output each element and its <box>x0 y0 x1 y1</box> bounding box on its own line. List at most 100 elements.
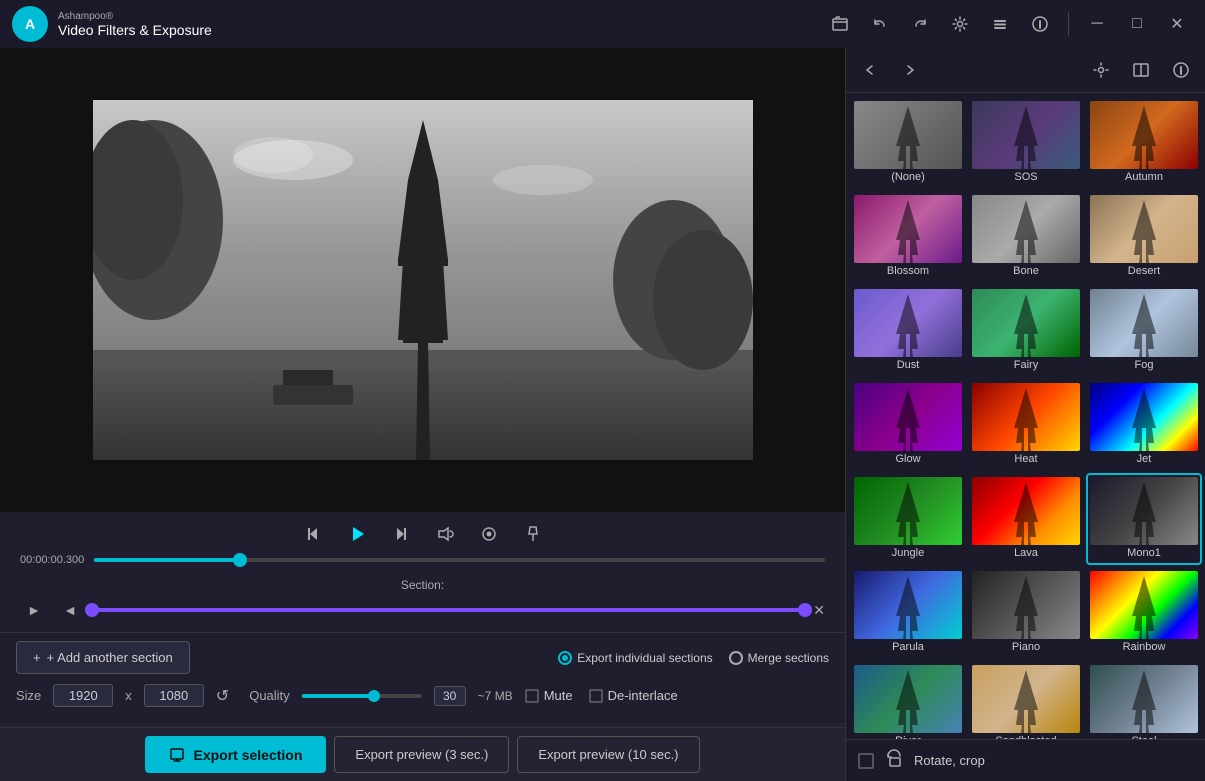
rotate-crop-label[interactable]: Rotate, crop <box>914 753 985 768</box>
add-section-label: + Add another section <box>47 650 173 665</box>
export-selection-button[interactable]: Export selection <box>145 736 326 773</box>
timeline-track[interactable] <box>94 558 825 562</box>
bottom-controls: + + Add another section Export individua… <box>0 632 845 723</box>
rotate-crop-icon[interactable] <box>884 748 904 773</box>
size-label: Size <box>16 688 41 703</box>
marker-button[interactable] <box>519 520 547 548</box>
volume-button[interactable] <box>431 520 459 548</box>
filter-name-fog: Fog <box>1135 359 1154 373</box>
filter-item-steel[interactable]: Steel <box>1086 661 1202 739</box>
logo-text: Ashampoo® Video Filters & Exposure <box>58 11 212 38</box>
filter-item-desert[interactable]: Desert <box>1086 191 1202 283</box>
filter-grid: (None)SOS Autumn BlossomBoneDesert Dust Fair… <box>846 93 1205 739</box>
filter-item-jet[interactable]: Jet <box>1086 379 1202 471</box>
deinterlace-option[interactable]: De-interlace <box>589 688 678 703</box>
filter-item-jungle[interactable]: Jungle <box>850 473 966 565</box>
skip-forward-button[interactable] <box>387 520 415 548</box>
filter-item-mono1[interactable]: Mono1 <box>1086 473 1202 565</box>
export-preview-10s-button[interactable]: Export preview (10 sec.) <box>517 736 699 773</box>
filter-item-autumn[interactable]: Autumn <box>1086 97 1202 189</box>
time-display: 00:00:00.300 <box>20 554 84 566</box>
filter-toolbar-info[interactable] <box>1165 54 1197 86</box>
filter-name-piano: Piano <box>1012 641 1040 655</box>
maximize-button[interactable]: □ <box>1121 8 1153 40</box>
merge-sections-radio[interactable] <box>729 651 743 665</box>
size-estimate: ~7 MB <box>478 689 513 703</box>
filter-toolbar-forward[interactable] <box>894 54 926 86</box>
filter-name-fairy: Fairy <box>1014 359 1038 373</box>
quality-thumb[interactable] <box>368 690 380 702</box>
filter-item-sandblasted[interactable]: Sandblasted <box>968 661 1084 739</box>
close-button[interactable]: ✕ <box>1161 8 1193 40</box>
section-thumb-left[interactable] <box>85 603 99 617</box>
height-input[interactable] <box>144 684 204 707</box>
filter-toolbar <box>846 48 1205 93</box>
brand-name: Ashampoo® <box>58 11 212 22</box>
deinterlace-label: De-interlace <box>608 688 678 703</box>
filter-item-river[interactable]: River <box>850 661 966 739</box>
quality-slider[interactable] <box>302 694 422 698</box>
section-expand-right[interactable]: ► <box>20 596 48 624</box>
filter-name-glow: Glow <box>895 453 920 467</box>
skip-back-button[interactable] <box>299 520 327 548</box>
playback-controls-bar: 00:00:00.300 <box>0 512 845 574</box>
mute-option[interactable]: Mute <box>525 688 573 703</box>
filter-item-heat[interactable]: Heat <box>968 379 1084 471</box>
settings-button[interactable] <box>944 8 976 40</box>
filter-name-heat: Heat <box>1014 453 1037 467</box>
mute-checkbox[interactable] <box>525 689 539 703</box>
quality-value: 30 <box>434 686 466 706</box>
open-file-button[interactable] <box>824 8 856 40</box>
section-track[interactable] <box>92 608 805 612</box>
filter-thumb-fairy <box>972 289 1080 357</box>
export-individual-radio[interactable] <box>558 651 572 665</box>
filter-name-parula: Parula <box>892 641 924 655</box>
reset-size-button[interactable]: ↺ <box>216 686 229 706</box>
width-input[interactable] <box>53 684 113 707</box>
merge-sections-label: Merge sections <box>748 651 829 665</box>
section-range <box>92 608 805 612</box>
filter-thumb-parula <box>854 571 962 639</box>
export-preview-3s-label: Export preview (3 sec.) <box>355 747 488 762</box>
video-preview <box>93 100 753 460</box>
filter-item-rainbow[interactable]: Rainbow <box>1086 567 1202 659</box>
timeline-thumb[interactable] <box>233 553 247 567</box>
undo-button[interactable] <box>864 8 896 40</box>
section-close-button[interactable]: ✕ <box>813 602 825 619</box>
video-area <box>0 48 845 512</box>
toolbar-icons: ─ □ ✕ <box>824 8 1193 40</box>
filter-toolbar-compare[interactable] <box>1125 54 1157 86</box>
filter-item-none[interactable]: (None) <box>850 97 966 189</box>
merge-sections-option[interactable]: Merge sections <box>729 651 829 665</box>
filter-toolbar-settings[interactable] <box>1085 54 1117 86</box>
filter-thumb-desert <box>1090 195 1198 263</box>
info-button[interactable] <box>1024 8 1056 40</box>
filter-item-lava[interactable]: Lava <box>968 473 1084 565</box>
filter-item-dust[interactable]: Dust <box>850 285 966 377</box>
filter-name-jungle: Jungle <box>892 547 924 561</box>
filter-item-fog[interactable]: Fog <box>1086 285 1202 377</box>
export-preview-3s-button[interactable]: Export preview (3 sec.) <box>334 736 509 773</box>
filter-name-autumn: Autumn <box>1125 171 1163 185</box>
export-individual-option[interactable]: Export individual sections <box>558 651 712 665</box>
filter-item-sos[interactable]: SOS <box>968 97 1084 189</box>
filter-item-blossom[interactable]: Blossom <box>850 191 966 283</box>
layers-button[interactable] <box>984 8 1016 40</box>
filter-item-bone[interactable]: Bone <box>968 191 1084 283</box>
play-button[interactable] <box>343 520 371 548</box>
section-thumb-right[interactable] <box>798 603 812 617</box>
filter-thumb-lava <box>972 477 1080 545</box>
section-expand-left[interactable]: ◄ <box>56 596 84 624</box>
filter-toolbar-back[interactable] <box>854 54 886 86</box>
filter-item-piano[interactable]: Piano <box>968 567 1084 659</box>
filter-thumb-fog <box>1090 289 1198 357</box>
filter-item-parula[interactable]: Parula <box>850 567 966 659</box>
deinterlace-checkbox[interactable] <box>589 689 603 703</box>
filter-item-glow[interactable]: Glow <box>850 379 966 471</box>
filter-item-fairy[interactable]: Fairy <box>968 285 1084 377</box>
redo-button[interactable] <box>904 8 936 40</box>
rotate-crop-checkbox[interactable] <box>858 753 874 769</box>
minimize-button[interactable]: ─ <box>1081 8 1113 40</box>
add-section-button[interactable]: + + Add another section <box>16 641 190 674</box>
preview-button[interactable] <box>475 520 503 548</box>
